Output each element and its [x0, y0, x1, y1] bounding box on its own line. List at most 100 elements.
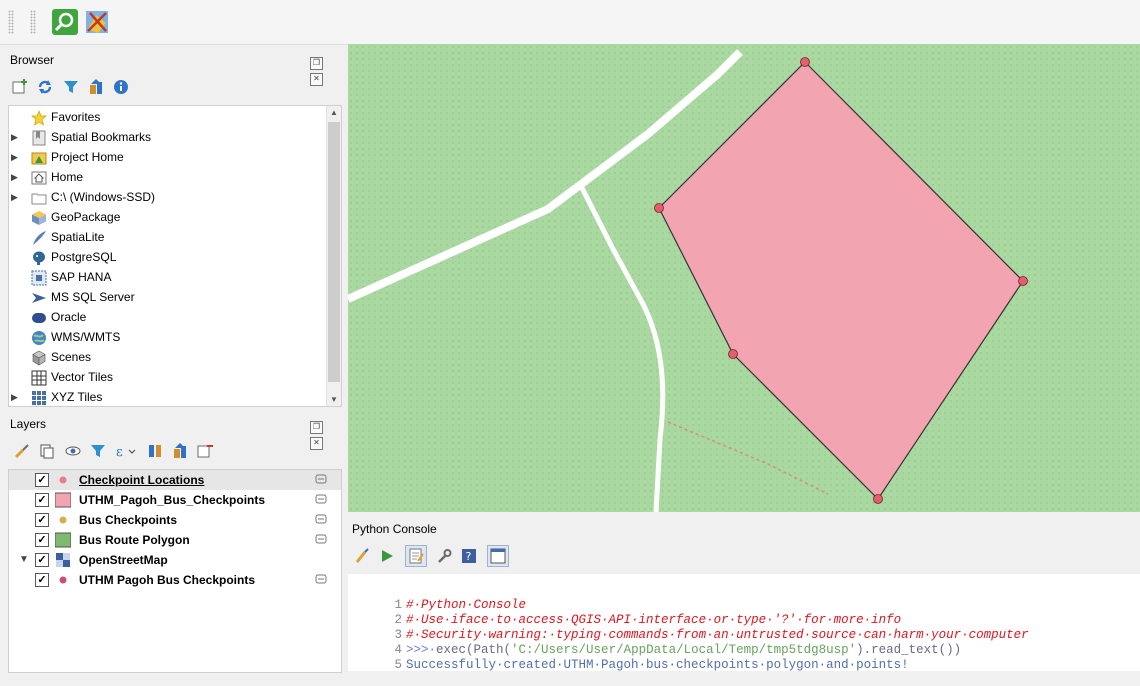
clear-console-icon[interactable]: [354, 548, 370, 564]
expand-arrow-icon[interactable]: ▶: [11, 187, 21, 207]
digitize-icon[interactable]: [84, 9, 110, 35]
expand-arrow-icon[interactable]: ▶: [11, 147, 21, 167]
browser-item-postgresql[interactable]: PostgreSQL: [9, 247, 341, 267]
svg-text:?: ?: [466, 550, 472, 563]
browser-item-geopackage[interactable]: GeoPackage: [9, 207, 341, 227]
expand-all-icon[interactable]: [147, 443, 163, 459]
expand-arrow-icon[interactable]: ▶: [11, 127, 21, 147]
layer-bus-checkpoints[interactable]: ✓ Bus Checkpoints: [9, 510, 341, 530]
layer-visibility-checkbox[interactable]: ✓: [35, 533, 49, 547]
add-selected-layers-icon[interactable]: [12, 79, 28, 95]
collapse-arrow-icon[interactable]: ▼: [19, 550, 29, 570]
layers-toolbar: ε: [14, 443, 219, 467]
polygon-symbol-icon: [55, 492, 71, 508]
browser-item-label: Home: [51, 170, 84, 184]
map-svg[interactable]: [348, 44, 1140, 512]
info-icon[interactable]: [113, 79, 129, 95]
toolbar-grip[interactable]: [30, 10, 36, 34]
layer-uthm-pagoh-bus-checkpoints-points[interactable]: ✓ UTHM Pagoh Bus Checkpoints: [9, 570, 341, 590]
browser-item-label: SAP HANA: [51, 270, 112, 284]
layer-visibility-checkbox[interactable]: ✓: [35, 473, 49, 487]
browser-item-label: WMS/WMTS: [51, 330, 121, 344]
checkpoint-vertex[interactable]: [1018, 276, 1028, 286]
scroll-up-icon[interactable]: ▲: [330, 108, 338, 117]
expression-filter-icon[interactable]: ε: [115, 443, 137, 459]
refresh-icon[interactable]: [37, 79, 53, 95]
browser-item-scenes[interactable]: Scenes: [9, 347, 341, 367]
layer-filter-indicator-icon[interactable]: [315, 573, 327, 585]
browser-item-wms[interactable]: WMS/WMTS: [9, 327, 341, 347]
checkpoint-vertex[interactable]: [728, 349, 738, 359]
browser-item-home[interactable]: ▶ Home: [9, 167, 341, 187]
console-line: 4 >>>·exec(Path('C:/Users/User/AppData/Lo…: [348, 629, 962, 657]
run-command-icon[interactable]: [379, 548, 395, 564]
layer-visibility-checkbox[interactable]: ✓: [35, 553, 49, 567]
help-icon[interactable]: ?: [461, 548, 477, 564]
point-symbol-icon: [59, 516, 67, 524]
postgresql-icon: [33, 251, 45, 265]
python-console-output[interactable]: 1 #·Python·Console 2 #·Use·iface·to·access…: [348, 574, 1140, 672]
style-brush-icon[interactable]: [14, 443, 30, 459]
layer-filter-indicator-icon[interactable]: [315, 473, 327, 485]
layer-visibility-checkbox[interactable]: ✓: [35, 573, 49, 587]
expand-arrow-icon[interactable]: ▶: [11, 387, 21, 406]
browser-item-oracle[interactable]: Oracle: [9, 307, 341, 327]
console-line: 2 #·Use·iface·to·access·QGIS·API·interfac…: [348, 599, 902, 627]
float-panel-icon[interactable]: ❐: [310, 421, 323, 434]
geopackage-icon: [32, 210, 46, 225]
checkpoint-vertex[interactable]: [654, 203, 664, 213]
close-panel-icon[interactable]: ✕: [310, 73, 323, 86]
collapse-all-icon[interactable]: [88, 79, 104, 95]
spatialite-icon: [33, 230, 46, 245]
remove-layer-icon[interactable]: [197, 443, 214, 459]
console-line: 5 Successfully·created·UTHM·Pagoh·bus·che…: [348, 644, 909, 672]
show-editor-icon[interactable]: [404, 545, 427, 567]
layer-name: Bus Route Polygon: [79, 533, 190, 547]
browser-dock-buttons: ❐✕: [308, 54, 336, 86]
layer-checkpoint-locations[interactable]: ✓ Checkpoint Locations: [9, 470, 341, 490]
browser-tree[interactable]: Favorites ▶ Spatial Bookmarks ▶ Project …: [8, 105, 342, 407]
layer-visibility-checkbox[interactable]: ✓: [35, 493, 49, 507]
layer-filter-indicator-icon[interactable]: [315, 493, 327, 505]
checkpoint-vertex[interactable]: [873, 494, 883, 504]
scroll-thumb[interactable]: [328, 122, 340, 382]
filter-legend-icon[interactable]: [90, 443, 106, 459]
browser-item-vector-tiles[interactable]: Vector Tiles: [9, 367, 341, 387]
float-panel-icon[interactable]: ❐: [310, 57, 323, 70]
filter-icon[interactable]: [63, 79, 79, 95]
layers-tree[interactable]: ✓ Checkpoint Locations ✓ UTHM_Pagoh_Bus_…: [8, 469, 342, 673]
layer-bus-route-polygon[interactable]: ✓ Bus Route Polygon: [9, 530, 341, 550]
browser-item-label: PostgreSQL: [51, 250, 117, 264]
console-window-icon[interactable]: [486, 545, 509, 567]
browser-item-drive[interactable]: ▶ C:\ (Windows-SSD): [9, 187, 341, 207]
browser-item-sap-hana[interactable]: SAP HANA: [9, 267, 341, 287]
add-group-icon[interactable]: [39, 443, 55, 459]
eye-icon[interactable]: [65, 443, 81, 459]
star-icon: [31, 109, 47, 126]
bookmark-icon: [32, 130, 46, 146]
browser-item-mssql[interactable]: MS SQL Server: [9, 287, 341, 307]
collapse-all-icon[interactable]: [172, 443, 188, 459]
layer-uthm-pagoh-bus-checkpoints-polygon[interactable]: ✓ UTHM_Pagoh_Bus_Checkpoints: [9, 490, 341, 510]
browser-item-xyz-tiles[interactable]: ▶ XYZ Tiles: [9, 387, 341, 406]
identify-icon[interactable]: [52, 9, 78, 35]
browser-scrollbar[interactable]: ▲ ▼: [326, 106, 341, 406]
browser-item-spatial-bookmarks[interactable]: ▶ Spatial Bookmarks: [9, 127, 341, 147]
layer-visibility-checkbox[interactable]: ✓: [35, 513, 49, 527]
browser-item-label: SpatiaLite: [51, 230, 105, 244]
close-panel-icon[interactable]: ✕: [310, 437, 323, 450]
toolbar-grip[interactable]: [8, 10, 14, 34]
options-wrench-icon[interactable]: [436, 548, 452, 564]
xyz-tiles-icon: [32, 390, 46, 405]
scroll-down-icon[interactable]: ▼: [330, 395, 338, 404]
browser-item-spatialite[interactable]: SpatiaLite: [9, 227, 341, 247]
layer-filter-indicator-icon[interactable]: [315, 533, 327, 545]
sap-hana-icon: [31, 270, 47, 286]
expand-arrow-icon[interactable]: ▶: [11, 167, 21, 187]
map-canvas[interactable]: [348, 44, 1140, 512]
layer-filter-indicator-icon[interactable]: [315, 513, 327, 525]
browser-item-favorites[interactable]: Favorites: [9, 107, 341, 127]
checkpoint-vertex[interactable]: [800, 57, 810, 67]
browser-item-project-home[interactable]: ▶ Project Home: [9, 147, 341, 167]
layer-openstreetmap[interactable]: ▼ ✓ OpenStreetMap: [9, 550, 341, 570]
